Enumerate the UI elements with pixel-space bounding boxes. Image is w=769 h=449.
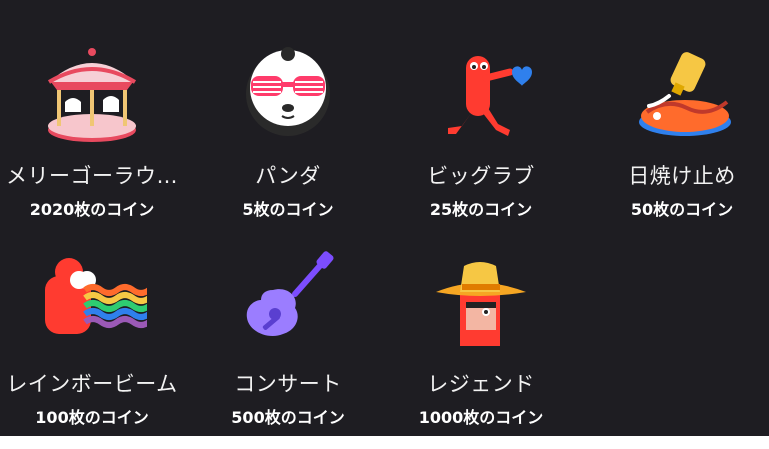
big-love-icon: [448, 56, 532, 136]
gift-name: レジェンド: [427, 372, 535, 396]
gift-item-big-love[interactable]: ビッグラブ 25枚のコイン: [386, 42, 576, 220]
rainbow-beam-icon: [45, 258, 147, 334]
gift-price: 2020枚のコイン: [29, 200, 155, 219]
gift-name: コンサート: [234, 372, 342, 396]
gift-price: 500枚のコイン: [231, 408, 345, 427]
panda-icon: [246, 47, 330, 136]
gift-price: 50枚のコイン: [630, 200, 734, 219]
gift-item-concert[interactable]: コンサート 500枚のコイン: [193, 250, 383, 428]
sunscreen-icon: [639, 52, 731, 136]
gift-name: ビッグラブ: [427, 164, 535, 188]
gift-price: 5枚のコイン: [242, 200, 334, 219]
gift-item-sunscreen[interactable]: 日焼け止め 50枚のコイン: [587, 42, 769, 220]
guitar-icon: [246, 251, 334, 337]
gift-price: 25枚のコイン: [429, 200, 533, 219]
gift-name: レインボービーム: [6, 372, 178, 396]
gift-price: 1000枚のコイン: [418, 408, 544, 427]
gift-panel: メリーゴーラウ… 2020枚のコイン パンダ 5枚のコイン ビッグラブ 25枚の…: [0, 0, 769, 436]
gift-price: 100枚のコイン: [35, 408, 149, 427]
gift-item-carousel[interactable]: メリーゴーラウ… 2020枚のコイン: [0, 42, 187, 220]
legend-cowboy-icon: [436, 262, 526, 346]
gift-item-legend[interactable]: レジェンド 1000枚のコイン: [386, 250, 576, 428]
gift-item-panda[interactable]: パンダ 5枚のコイン: [193, 42, 383, 220]
gift-name: パンダ: [255, 164, 321, 188]
gift-name: 日焼け止め: [628, 164, 736, 188]
gift-name: メリーゴーラウ…: [6, 164, 178, 188]
carousel-icon: [47, 48, 137, 142]
gift-item-rainbow-beam[interactable]: レインボービーム 100枚のコイン: [0, 250, 187, 428]
